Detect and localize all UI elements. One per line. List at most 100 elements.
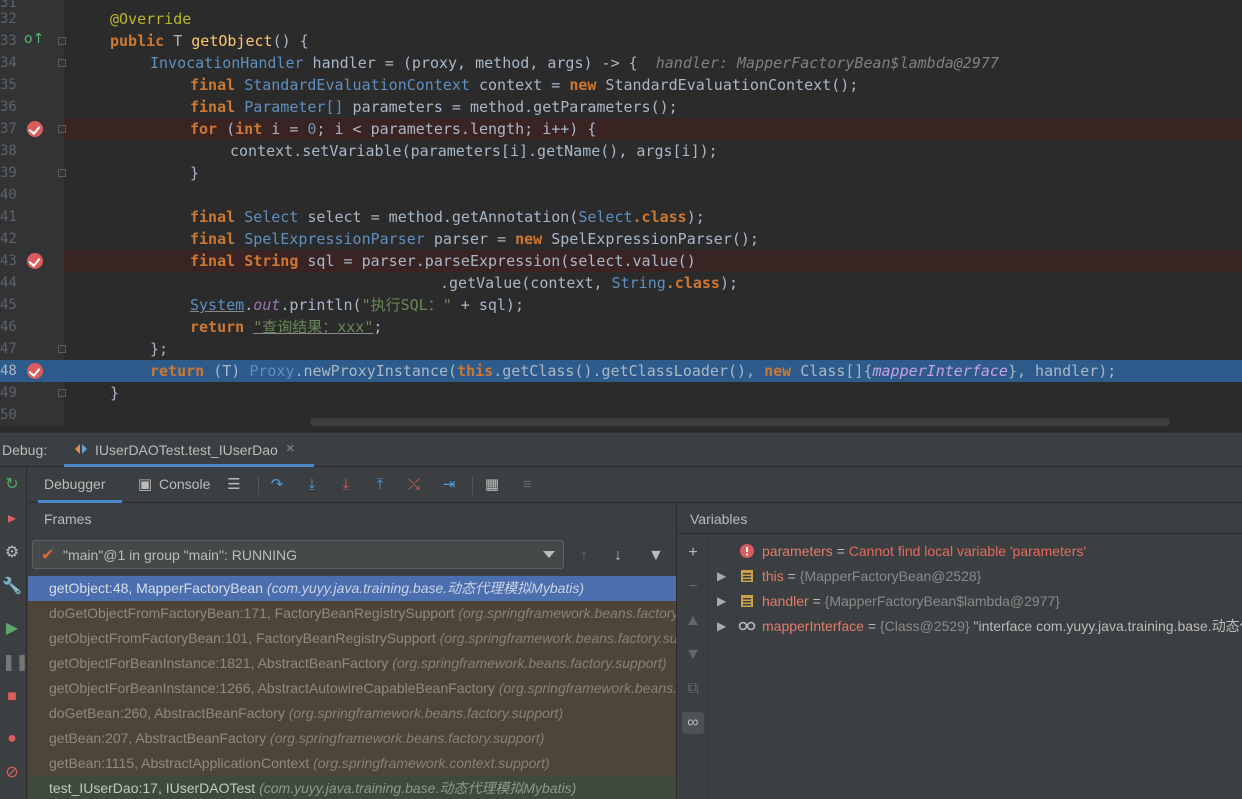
step-out-icon[interactable]: ⤒: [371, 476, 389, 494]
line-number: 46: [0, 319, 16, 335]
fold-icon[interactable]: [58, 125, 66, 133]
line-number: 47: [0, 341, 16, 357]
code-text: final Select select = method.getAnnotati…: [190, 208, 705, 226]
trace-icon[interactable]: ≡: [518, 476, 536, 494]
frame-row[interactable]: getObject:48, MapperFactoryBean (com.yuy…: [28, 576, 676, 601]
override-icon[interactable]: o↑: [24, 31, 44, 47]
code-line[interactable]: 47 };: [0, 338, 1242, 360]
frame-row[interactable]: getObjectFromFactoryBean:101, FactoryBea…: [28, 626, 676, 651]
variable-row[interactable]: ▶ this = {MapperFactoryBean@2528}: [709, 564, 1242, 589]
variable-row[interactable]: ▶ handler = {MapperFactoryBean$lambda@29…: [709, 589, 1242, 614]
breakpoint-icon[interactable]: [27, 121, 43, 137]
frames-header: Frames: [44, 511, 92, 527]
debug-label: Debug:: [2, 442, 48, 458]
frame-row[interactable]: getBean:207, AbstractBeanFactory (org.sp…: [28, 726, 676, 751]
breakpoint-icon[interactable]: [27, 363, 43, 379]
code-line[interactable]: 40: [0, 184, 1242, 206]
drop-frame-icon[interactable]: ⤯: [405, 476, 423, 494]
fold-icon[interactable]: [58, 389, 66, 397]
horizontal-scrollbar[interactable]: [310, 418, 1170, 426]
code-text: for (int i = 0; i < parameters.length; i…: [190, 120, 597, 138]
debug-left-toolbar: ↻ ▸ ⚙ 🔧 ▶ ❚❚ ■ ● ⊘: [0, 467, 29, 799]
remove-watch-icon[interactable]: −: [682, 576, 704, 598]
code-editor[interactable]: 31 32 @Override 33 o↑ public T getObject…: [0, 0, 1242, 432]
line-number: 48: [0, 363, 16, 379]
code-text: }: [190, 164, 200, 182]
frame-row[interactable]: getBean:1115, AbstractApplicationContext…: [28, 751, 676, 776]
variables-pane: Variables parameters = Cannot find local…: [678, 504, 1242, 799]
menu-icon[interactable]: ☰: [225, 476, 243, 494]
evaluate-expression-icon[interactable]: ▦: [483, 476, 501, 494]
rerun-failed-icon[interactable]: ▸: [2, 509, 22, 529]
step-over-icon[interactable]: ↷: [268, 476, 286, 494]
frame-row[interactable]: getObjectForBeanInstance:1821, AbstractB…: [28, 651, 676, 676]
expand-icon[interactable]: ▶: [717, 614, 726, 639]
code-text: context.setVariable(parameters[i].getNam…: [230, 142, 718, 160]
code-line[interactable]: 32 @Override: [0, 8, 1242, 30]
settings-icon[interactable]: ⚙: [2, 543, 22, 563]
copy-icon[interactable]: ⧉: [682, 678, 704, 700]
error-icon: [740, 544, 754, 558]
thread-selector[interactable]: ✔ "main"@1 in group "main": RUNNING: [32, 540, 564, 569]
line-number: 44: [0, 275, 16, 291]
step-into-icon[interactable]: ⤓: [303, 476, 321, 494]
expand-icon[interactable]: ▶: [717, 589, 726, 614]
resume-icon[interactable]: ▶: [2, 619, 22, 639]
frame-row[interactable]: doGetBean:260, AbstractBeanFactory (org.…: [28, 701, 676, 726]
expand-icon[interactable]: ▶: [717, 564, 726, 589]
show-watches-icon[interactable]: ∞: [682, 712, 704, 734]
code-text: return "查询结果：xxx";: [190, 318, 383, 336]
tab-debug-session[interactable]: IUserDAOTest.test_IUserDao ×: [64, 433, 314, 467]
tab-console[interactable]: Console: [159, 467, 210, 503]
view-breakpoints-icon[interactable]: ●: [2, 729, 22, 749]
run-to-cursor-icon[interactable]: ⇥: [440, 476, 458, 494]
tab-debugger[interactable]: Debugger: [38, 467, 122, 503]
code-line-breakpoint[interactable]: 37 for (int i = 0; i < parameters.length…: [0, 118, 1242, 140]
move-down-icon[interactable]: ▼: [682, 644, 704, 666]
variable-row[interactable]: ▶ mapperInterface = {Class@2529} "interf…: [709, 614, 1242, 639]
console-icon: ▣: [137, 476, 153, 493]
move-up-icon[interactable]: ▲: [682, 610, 704, 632]
code-line[interactable]: 38 context.setVariable(parameters[i].get…: [0, 140, 1242, 162]
close-icon[interactable]: ×: [286, 440, 295, 457]
mute-breakpoints-icon[interactable]: ⊘: [2, 763, 22, 783]
line-number: 38: [0, 143, 16, 159]
thread-text: "main"@1 in group "main": RUNNING: [63, 547, 298, 563]
frame-row[interactable]: doGetObjectFromFactoryBean:171, FactoryB…: [28, 601, 676, 626]
line-number: 49: [0, 385, 16, 401]
code-line[interactable]: 44 .getValue(context, String.class);: [0, 272, 1242, 294]
fold-icon[interactable]: [58, 59, 66, 67]
code-line[interactable]: 46 return "查询结果：xxx";: [0, 316, 1242, 338]
stop-icon[interactable]: ■: [2, 687, 22, 707]
fold-icon[interactable]: [58, 169, 66, 177]
code-line[interactable]: 42 final SpelExpressionParser parser = n…: [0, 228, 1242, 250]
code-line[interactable]: 41 final Select select = method.getAnnot…: [0, 206, 1242, 228]
frame-row[interactable]: getObjectForBeanInstance:1266, AbstractA…: [28, 676, 676, 701]
code-text: System.out.println("执行SQL：" + sql);: [190, 296, 524, 314]
arrow-up-icon[interactable]: ↑: [580, 546, 588, 566]
fold-icon[interactable]: [58, 37, 66, 45]
rerun-icon[interactable]: ↻: [2, 475, 22, 495]
code-text: InvocationHandler handler = (proxy, meth…: [150, 54, 999, 72]
force-step-into-icon[interactable]: ⤓: [337, 476, 355, 494]
code-line[interactable]: 45 System.out.println("执行SQL：" + sql);: [0, 294, 1242, 316]
wrench-icon[interactable]: 🔧: [2, 577, 22, 597]
code-line[interactable]: 49 }: [0, 382, 1242, 404]
code-line[interactable]: 36 final Parameter[] parameters = method…: [0, 96, 1242, 118]
code-line[interactable]: 33 o↑ public T getObject() {: [0, 30, 1242, 52]
code-line-breakpoint[interactable]: 43 final String sql = parser.parseExpres…: [0, 250, 1242, 272]
chevron-down-icon[interactable]: [543, 551, 555, 558]
variable-row[interactable]: parameters = Cannot find local variable …: [709, 539, 1242, 564]
breakpoint-icon[interactable]: [27, 253, 43, 269]
code-line[interactable]: 34 InvocationHandler handler = (proxy, m…: [0, 52, 1242, 74]
line-number: 45: [0, 297, 16, 313]
pause-icon[interactable]: ❚❚: [2, 653, 29, 673]
code-line-execution-point[interactable]: 48 return (T) Proxy.newProxyInstance(thi…: [0, 360, 1242, 382]
code-line[interactable]: 35 final StandardEvaluationContext conte…: [0, 74, 1242, 96]
filter-icon[interactable]: ▼: [648, 546, 664, 566]
add-watch-icon[interactable]: +: [682, 542, 704, 564]
arrow-down-icon[interactable]: ↓: [614, 546, 622, 566]
fold-icon[interactable]: [58, 345, 66, 353]
frame-row[interactable]: test_IUserDao:17, IUserDAOTest (com.yuyy…: [28, 776, 676, 799]
code-line[interactable]: 39 }: [0, 162, 1242, 184]
